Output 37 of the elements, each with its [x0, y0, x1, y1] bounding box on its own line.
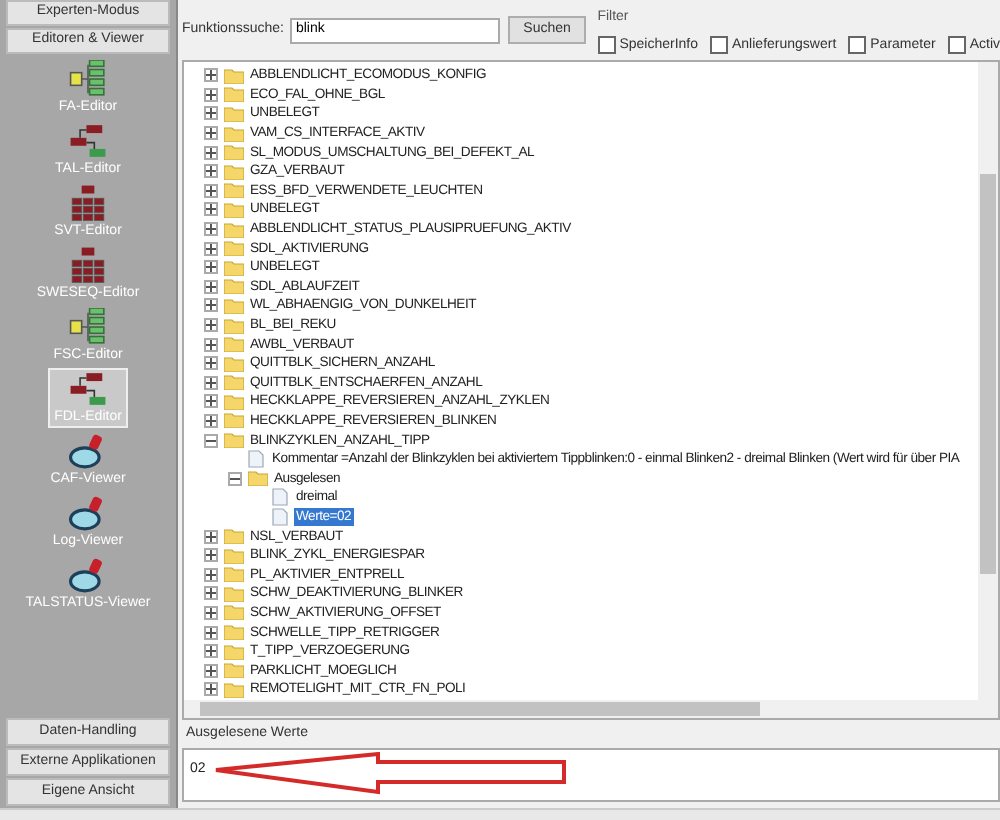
expand-toggle[interactable]	[204, 337, 218, 352]
expand-toggle[interactable]	[204, 605, 218, 620]
checkbox[interactable]	[947, 36, 966, 55]
vertical-scrollbar[interactable]	[978, 62, 998, 700]
checkbox[interactable]	[848, 36, 867, 55]
expand-toggle[interactable]	[204, 145, 218, 160]
expand-toggle[interactable]	[204, 682, 218, 697]
horizontal-scrollbar[interactable]	[184, 700, 998, 718]
expand-toggle[interactable]	[204, 586, 218, 601]
expand-toggle[interactable]	[204, 164, 218, 179]
expand-toggle[interactable]	[204, 413, 218, 428]
expand-toggle[interactable]	[204, 106, 218, 121]
expand-toggle[interactable]	[204, 318, 218, 333]
expand-toggle[interactable]	[204, 260, 218, 275]
expand-toggle[interactable]	[204, 356, 218, 371]
expand-toggle[interactable]	[204, 183, 218, 198]
expand-toggle[interactable]	[204, 202, 218, 217]
expand-toggle[interactable]	[204, 126, 218, 141]
expand-toggle[interactable]	[204, 222, 218, 237]
checkbox[interactable]	[597, 36, 616, 55]
expand-toggle[interactable]	[204, 394, 218, 409]
expand-toggle[interactable]	[204, 87, 218, 102]
expand-toggle[interactable]	[204, 567, 218, 582]
expand-toggle[interactable]	[204, 644, 218, 659]
checkbox[interactable]	[710, 36, 728, 55]
expand-toggle[interactable]	[204, 68, 218, 83]
collapse-toggle[interactable]	[228, 471, 242, 486]
expand-toggle[interactable]	[204, 529, 218, 544]
expand-toggle[interactable]	[204, 279, 218, 294]
collapse-toggle[interactable]	[204, 433, 218, 448]
expand-toggle[interactable]	[204, 241, 218, 256]
expand-toggle[interactable]	[204, 663, 218, 678]
expand-toggle[interactable]	[204, 548, 218, 563]
expand-toggle[interactable]	[204, 298, 218, 313]
folder-icon	[248, 470, 268, 487]
expand-toggle[interactable]	[204, 625, 218, 640]
expand-toggle[interactable]	[204, 375, 218, 390]
